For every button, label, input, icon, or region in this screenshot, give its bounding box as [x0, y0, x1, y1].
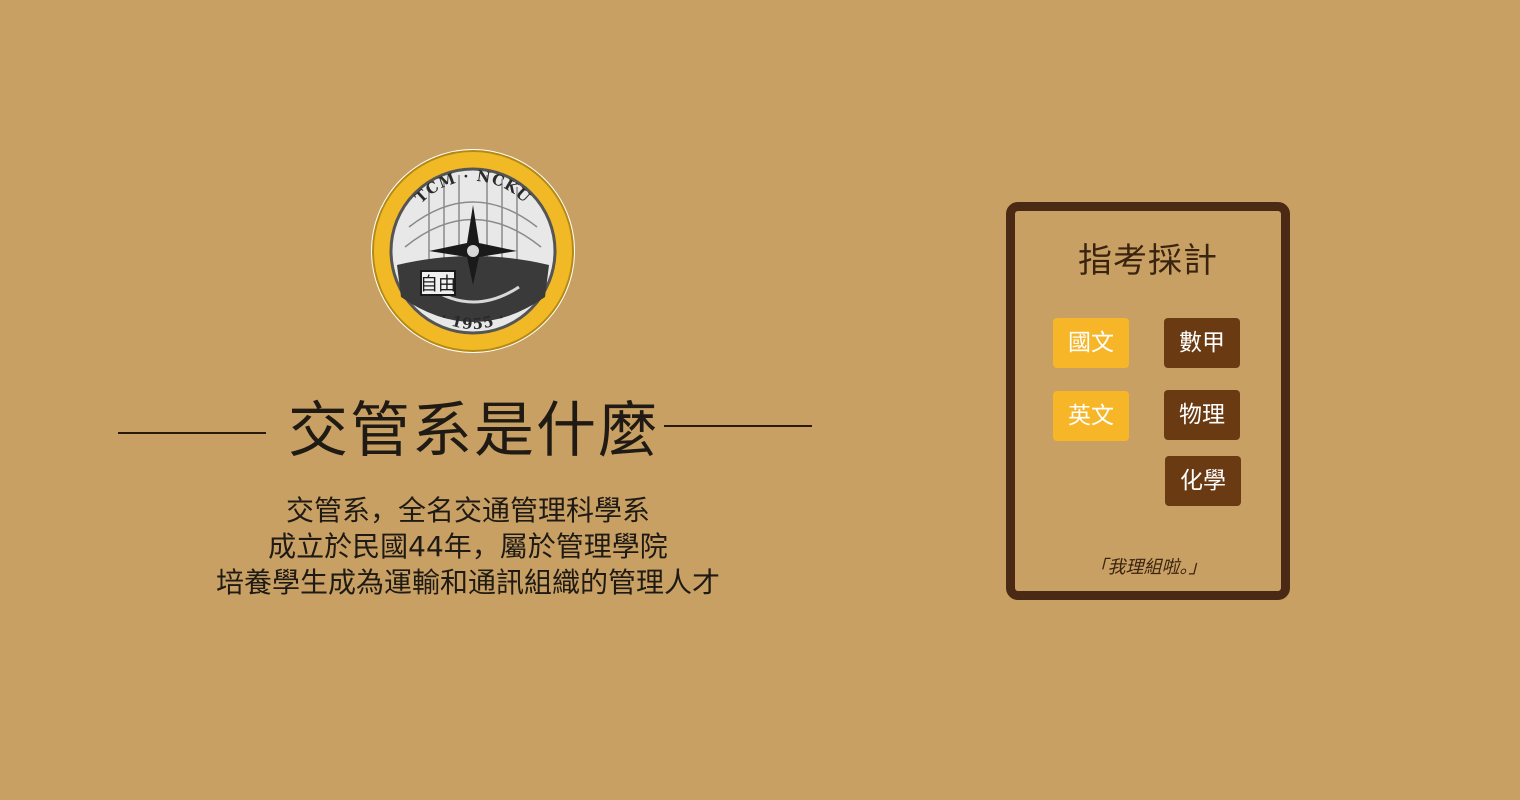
- title-rule-left: [118, 432, 266, 434]
- title-row: 交管系是什麼: [0, 396, 930, 466]
- subject-math-a-button[interactable]: 數甲: [1164, 318, 1240, 368]
- subject-english-button[interactable]: 英文: [1053, 391, 1129, 441]
- subject-chemistry-button[interactable]: 化學: [1165, 456, 1241, 506]
- subject-chinese-button[interactable]: 國文: [1053, 318, 1129, 368]
- title-rule-right: [664, 425, 812, 427]
- description-line: 成立於民國44年，屬於管理學院: [268, 530, 668, 563]
- subject-physics-button[interactable]: 物理: [1164, 390, 1240, 440]
- logo-seal-icon: 自由 TCM · NCKU · 1955 ·: [371, 149, 575, 353]
- page: 自由 TCM · NCKU · 1955 · 交管系是什麼 交管系，全名交通管理…: [0, 0, 1520, 800]
- page-title: 交管系是什麼: [288, 396, 660, 466]
- department-description: 交管系，全名交通管理科學系 成立於民國44年，屬於管理學院 培養學生成為運輸和通…: [168, 493, 768, 601]
- department-logo: 自由 TCM · NCKU · 1955 ·: [369, 147, 577, 355]
- description-line: 交管系，全名交通管理科學系: [285, 494, 650, 527]
- exam-subjects-card: 指考採計 國文 數甲 英文 物理 化學 「我理組啦。」: [1006, 202, 1290, 600]
- logo-emblem-text: 自由: [420, 274, 456, 295]
- card-title: 指考採計: [1078, 241, 1218, 281]
- card-quote: 「我理組啦。」: [1089, 557, 1207, 578]
- description-line: 培養學生成為運輸和通訊組織的管理人才: [215, 566, 720, 599]
